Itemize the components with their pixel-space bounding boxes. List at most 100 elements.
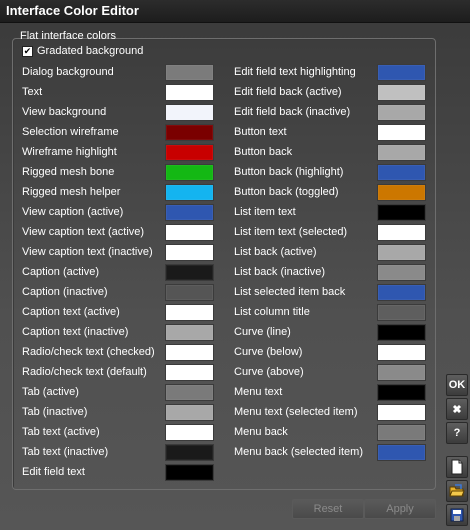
color-swatch[interactable] <box>165 364 214 381</box>
color-swatch[interactable] <box>377 444 426 461</box>
color-label: Button text <box>234 126 287 138</box>
color-swatch[interactable] <box>165 464 214 481</box>
color-swatch[interactable] <box>165 264 214 281</box>
color-swatch[interactable] <box>377 264 426 281</box>
gradated-background-row[interactable]: ✔ Gradated background <box>22 45 143 57</box>
color-row: Rigged mesh helper <box>22 182 120 202</box>
color-swatch[interactable] <box>377 104 426 121</box>
color-row: List item text (selected) <box>234 222 347 242</box>
color-swatch[interactable] <box>377 144 426 161</box>
ok-button[interactable]: OK <box>446 374 468 396</box>
apply-label: Apply <box>386 503 414 515</box>
gradated-background-checkbox[interactable]: ✔ <box>22 45 33 57</box>
color-row: Radio/check text (checked) <box>22 342 155 362</box>
color-row: List column title <box>234 302 310 322</box>
color-label: Caption text (inactive) <box>22 326 129 338</box>
color-swatch[interactable] <box>377 424 426 441</box>
color-label: List item text <box>234 206 296 218</box>
color-swatch[interactable] <box>377 224 426 241</box>
color-row: Text <box>22 82 42 102</box>
color-row: Button back (toggled) <box>234 182 339 202</box>
color-swatch[interactable] <box>165 164 214 181</box>
color-swatch[interactable] <box>165 104 214 121</box>
new-button[interactable] <box>446 456 468 478</box>
color-row: View caption (active) <box>22 202 123 222</box>
close-icon: ✖ <box>452 403 462 416</box>
ok-label: OK <box>448 379 466 391</box>
color-row: Menu back (selected item) <box>234 442 363 462</box>
close-button[interactable]: ✖ <box>446 398 468 420</box>
color-swatch[interactable] <box>377 304 426 321</box>
color-label: Rigged mesh bone <box>22 166 115 178</box>
color-row: Edit field text highlighting <box>234 62 356 82</box>
color-row: Button back (highlight) <box>234 162 343 182</box>
color-swatch[interactable] <box>165 144 214 161</box>
color-label: Button back (highlight) <box>234 166 344 178</box>
title-bar: Interface Color Editor <box>0 0 470 23</box>
color-swatch[interactable] <box>377 204 426 221</box>
apply-button[interactable]: Apply <box>364 499 436 519</box>
color-swatch[interactable] <box>165 384 214 401</box>
color-row: List item text <box>234 202 296 222</box>
color-swatch[interactable] <box>165 344 214 361</box>
color-row: Radio/check text (default) <box>22 362 147 382</box>
color-row: Caption (inactive) <box>22 282 108 302</box>
color-swatch[interactable] <box>165 444 214 461</box>
color-label: View caption text (inactive) <box>22 246 153 258</box>
save-button[interactable] <box>446 504 468 526</box>
color-swatch[interactable] <box>165 124 214 141</box>
color-swatch[interactable] <box>377 284 426 301</box>
color-swatch[interactable] <box>165 424 214 441</box>
color-row: Curve (line) <box>234 322 291 342</box>
open-folder-icon <box>449 484 465 497</box>
color-label: Tab (active) <box>22 386 79 398</box>
open-button[interactable] <box>446 480 468 502</box>
color-row: List selected item back <box>234 282 345 302</box>
color-row: Tab text (active) <box>22 422 100 442</box>
color-row: Menu back <box>234 422 288 442</box>
color-label: Button back (toggled) <box>234 186 339 198</box>
color-swatch[interactable] <box>165 244 214 261</box>
color-row: Curve (below) <box>234 342 302 362</box>
color-label: View background <box>22 106 107 118</box>
reset-button[interactable]: Reset <box>292 499 364 519</box>
color-swatch[interactable] <box>377 64 426 81</box>
color-row: Rigged mesh bone <box>22 162 114 182</box>
color-label: Curve (line) <box>234 326 291 338</box>
color-row: Menu text <box>234 382 282 402</box>
color-label: Button back <box>234 146 293 158</box>
color-swatch[interactable] <box>165 404 214 421</box>
color-label: List back (active) <box>234 246 317 258</box>
color-swatch[interactable] <box>377 344 426 361</box>
color-swatch[interactable] <box>377 364 426 381</box>
color-row: List back (inactive) <box>234 262 325 282</box>
color-swatch[interactable] <box>377 384 426 401</box>
color-swatch[interactable] <box>377 164 426 181</box>
color-row: View background <box>22 102 106 122</box>
color-swatch[interactable] <box>165 284 214 301</box>
color-swatch[interactable] <box>377 184 426 201</box>
color-swatch[interactable] <box>165 64 214 81</box>
color-swatch[interactable] <box>377 84 426 101</box>
color-swatch[interactable] <box>165 204 214 221</box>
color-label: Menu text <box>234 386 283 398</box>
color-swatch[interactable] <box>165 224 214 241</box>
color-swatch[interactable] <box>165 324 214 341</box>
color-label: Radio/check text (default) <box>22 366 147 378</box>
color-row: Menu text (selected item) <box>234 402 358 422</box>
color-swatch[interactable] <box>165 184 214 201</box>
color-label: Rigged mesh helper <box>22 186 121 198</box>
color-swatch[interactable] <box>165 84 214 101</box>
color-swatch[interactable] <box>377 324 426 341</box>
color-row: Edit field back (inactive) <box>234 102 350 122</box>
color-label: Wireframe highlight <box>22 146 117 158</box>
color-label: Menu back <box>234 426 288 438</box>
color-swatch[interactable] <box>377 404 426 421</box>
color-swatch[interactable] <box>377 244 426 261</box>
color-row: View caption text (active) <box>22 222 144 242</box>
color-row: Edit field text <box>22 462 85 482</box>
color-swatch[interactable] <box>377 124 426 141</box>
help-button[interactable]: ? <box>446 422 468 444</box>
color-label: Menu back (selected item) <box>234 446 363 458</box>
color-swatch[interactable] <box>165 304 214 321</box>
